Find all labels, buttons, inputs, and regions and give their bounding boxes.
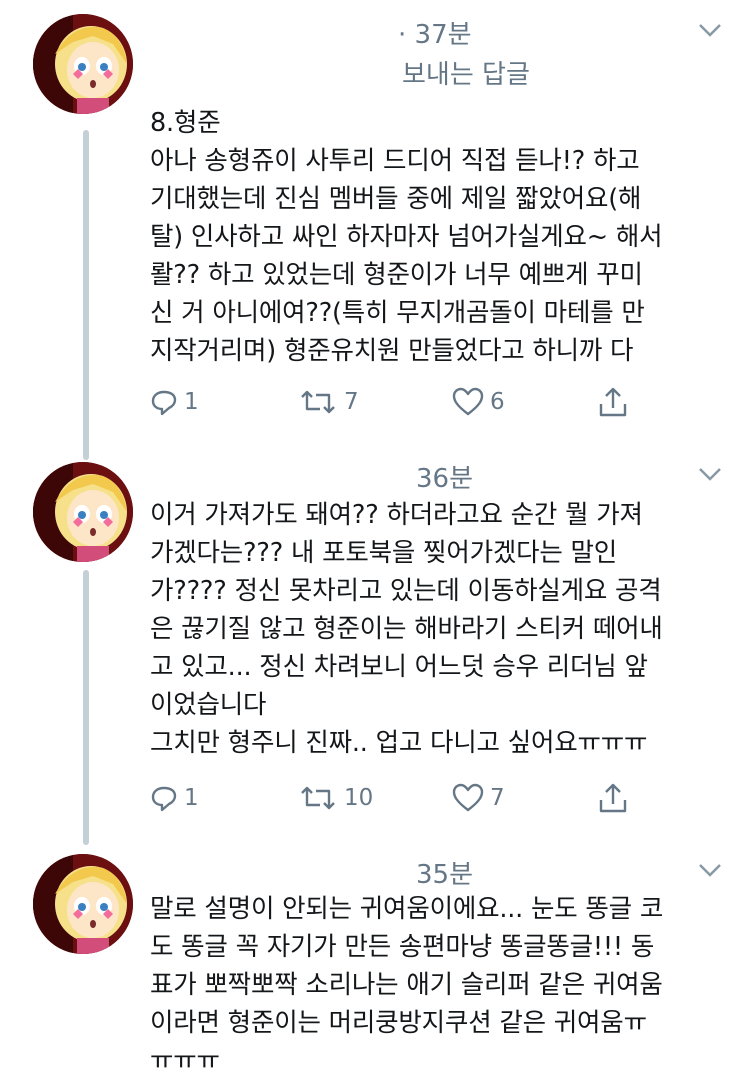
retweet-button[interactable]: 10 [298, 778, 373, 818]
share-icon [599, 387, 627, 417]
like-count: 6 [490, 389, 505, 415]
like-button[interactable]: 6 [452, 382, 505, 422]
retweet-button[interactable]: 7 [298, 382, 359, 422]
retweet-icon [301, 390, 335, 414]
heart-icon [452, 783, 484, 812]
avatar[interactable] [33, 14, 133, 114]
tweet-time: · 37분 [398, 20, 472, 50]
share-icon [599, 783, 627, 813]
reply-button[interactable]: 1 [150, 382, 199, 422]
avatar-image [33, 854, 133, 954]
tweet-actions: 1 7 6 [150, 382, 650, 422]
retweet-count: 10 [344, 785, 374, 811]
avatar[interactable] [33, 854, 133, 954]
reply-button[interactable]: 1 [150, 778, 199, 818]
reply-count: 1 [184, 785, 199, 811]
tweet-text: 말로 설명이 안되는 귀여움이에요... 눈도 똥글 코 도 똥글 꼭 자기가 … [150, 894, 664, 1076]
avatar-image [33, 462, 133, 562]
reply-icon [151, 390, 177, 416]
heart-icon [452, 387, 484, 416]
avatar[interactable] [33, 462, 133, 562]
chevron-down-icon[interactable] [698, 862, 722, 878]
tweet-time: 36분 [416, 464, 474, 494]
tweet[interactable]: 35분 말로 설명이 안되는 귀여움이에요... 눈도 똥글 코 도 똥글 꼭 … [0, 840, 750, 1087]
like-count: 7 [490, 785, 505, 811]
tweet-actions: 1 10 7 [150, 778, 650, 818]
share-button[interactable] [598, 778, 628, 818]
like-button[interactable]: 7 [452, 778, 505, 818]
reply-icon [151, 786, 177, 812]
tweet[interactable]: 36분 이거 가져가도 돼여?? 하더라고요 순간 뭘 가져 가겠다는??? 내… [0, 450, 750, 840]
chevron-down-icon[interactable] [698, 466, 722, 482]
tweet-text: 8.형준 아나 송형쥬이 사투리 드디어 직접 듣나!? 하고 기대했는데 진심… [150, 108, 663, 366]
avatar-image [33, 14, 133, 114]
tweet-time: 35분 [416, 860, 474, 890]
retweet-count: 7 [344, 389, 359, 415]
tweet-text: 이거 가져가도 돼여?? 하더라고요 순간 뭘 가져 가겠다는??? 내 포토북… [150, 500, 663, 758]
reply-count: 1 [184, 389, 199, 415]
reply-label: 보내는 답글 [402, 60, 530, 90]
tweet[interactable]: · 37분 보내는 답글 8.형준 아나 송형쥬이 사투리 드디어 직접 듣나!… [0, 0, 750, 450]
share-button[interactable] [598, 382, 628, 422]
chevron-down-icon[interactable] [698, 22, 722, 38]
retweet-icon [301, 786, 335, 810]
